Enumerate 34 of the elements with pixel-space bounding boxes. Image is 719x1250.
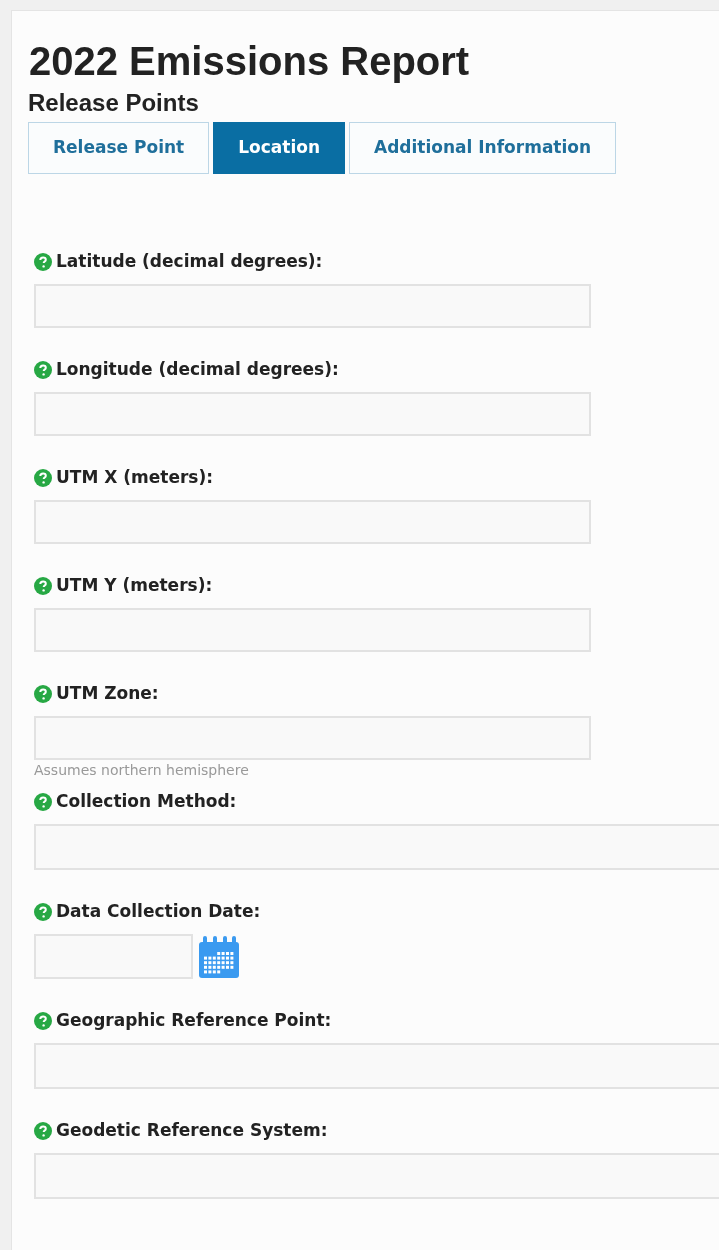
help-icon[interactable] [34,361,52,379]
dropdown-field[interactable] [34,1153,719,1199]
tab[interactable]: Location [213,122,345,174]
field-label: Geodetic Reference System: [56,1119,328,1143]
help-icon[interactable] [34,793,52,811]
tab[interactable]: Release Point [28,122,210,174]
help-icon[interactable] [34,469,52,487]
field-label: UTM X (meters): [56,466,213,490]
field-label: Data Collection Date: [56,900,261,924]
help-icon[interactable] [34,685,52,703]
page-title: 2022 Emissions Report [29,38,470,85]
field-label: Geographic Reference Point: [56,1009,332,1033]
help-icon[interactable] [34,1122,52,1140]
dropdown-field[interactable] [34,1043,719,1089]
input-field[interactable] [34,716,591,760]
calendar-icon[interactable] [199,935,239,978]
help-icon[interactable] [34,577,52,595]
field-label: Collection Method: [56,790,237,814]
help-icon[interactable] [34,253,52,271]
help-icon[interactable] [34,1012,52,1030]
input-field[interactable] [34,284,591,328]
field-label: UTM Zone: [56,682,159,706]
input-field[interactable] [34,392,591,436]
field-label: Longitude (decimal degrees): [56,358,339,382]
tab[interactable]: Additional Information [349,122,617,174]
section-heading: Release Points [28,88,199,118]
input-field[interactable] [34,608,591,652]
dropdown-field[interactable] [34,824,719,870]
field-label: Latitude (decimal degrees): [56,250,323,274]
help-icon[interactable] [34,903,52,921]
date-field[interactable] [34,934,193,979]
field-label: UTM Y (meters): [56,574,213,598]
hint-text: Assumes northern hemisphere [34,761,249,779]
input-field[interactable] [34,500,591,544]
